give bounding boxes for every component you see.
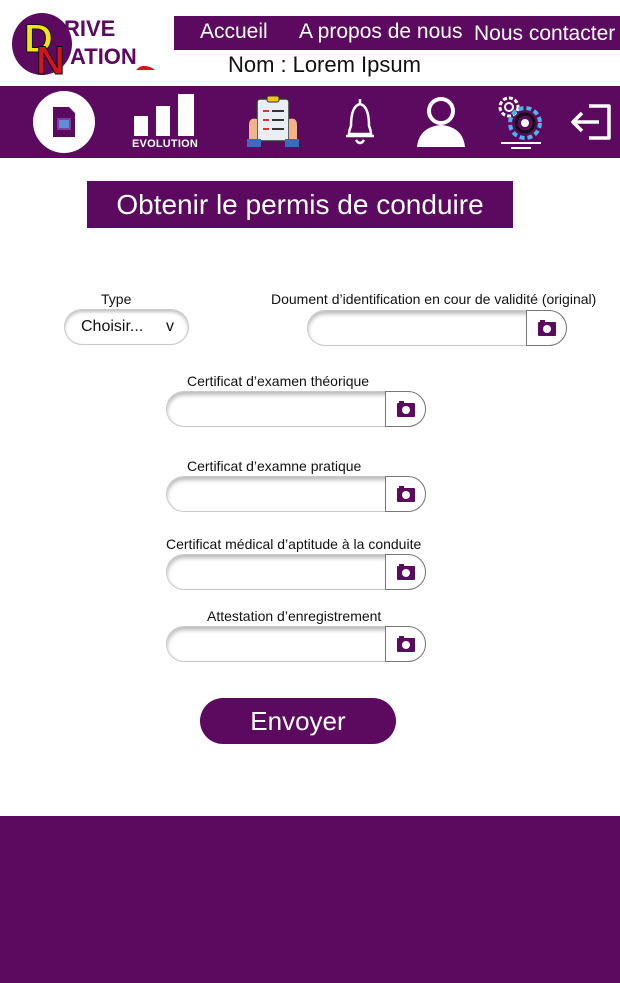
user-name-value: Lorem Ipsum: [292, 52, 421, 77]
identity-doc-field[interactable]: [307, 310, 567, 346]
camera-icon: [537, 320, 556, 336]
notifications-tab[interactable]: [336, 86, 384, 158]
user-icon: [417, 97, 465, 147]
bell-icon: [346, 99, 374, 145]
evolution-tab[interactable]: EVOLUTION: [124, 86, 206, 158]
profile-tab[interactable]: [410, 86, 472, 158]
theory-cert-upload-button[interactable]: [385, 391, 426, 427]
registration-field[interactable]: [166, 626, 426, 662]
settings-tab[interactable]: [494, 86, 548, 158]
camera-icon: [396, 401, 415, 417]
type-select[interactable]: Choisir... v: [64, 309, 189, 345]
user-name-separator: :: [280, 52, 287, 77]
identity-doc-label: Doument d’identification en cour de vali…: [271, 291, 597, 307]
footer: [0, 816, 620, 983]
practical-cert-field[interactable]: [166, 476, 426, 512]
main-icon-bar: EVOLUTION: [0, 86, 620, 158]
practical-cert-label: Certificat d’examne pratique: [187, 458, 362, 474]
logo-car-icon: [136, 65, 155, 70]
registration-upload-button[interactable]: [385, 626, 426, 662]
medical-cert-field[interactable]: [166, 554, 426, 590]
theory-cert-field[interactable]: [166, 391, 426, 427]
nav-link-about[interactable]: A propos de nous: [299, 20, 462, 44]
document-tab[interactable]: [32, 86, 96, 158]
medical-cert-label: Certificat médical d’aptitude à la condu…: [166, 536, 422, 552]
brand-logo[interactable]: D RIVE N ATION: [8, 8, 164, 84]
checklist-tab[interactable]: [242, 86, 304, 158]
user-name-label: Nom: [228, 52, 275, 77]
document-tab-highlight: [33, 91, 95, 153]
document-icon: [53, 107, 75, 137]
evolution-label: EVOLUTION: [132, 138, 198, 150]
theory-cert-label: Certificat d’examen théorique: [187, 373, 370, 389]
evolution-chart-icon: [134, 94, 194, 136]
type-select-value: Choisir...: [81, 318, 144, 335]
camera-icon: [396, 486, 415, 502]
logout-icon: [571, 104, 611, 140]
nav-link-contact[interactable]: Nous contacter: [474, 22, 615, 46]
identity-doc-upload-button[interactable]: [526, 310, 567, 346]
logo-word-rive: RIVE: [64, 16, 115, 41]
logout-tab[interactable]: [566, 86, 616, 158]
gears-icon: [498, 96, 542, 149]
logo-letter-n: N: [36, 39, 65, 78]
user-name-display: Nom: Lorem Ipsum: [228, 52, 421, 78]
chevron-down-icon: v: [166, 318, 174, 335]
camera-icon: [396, 636, 415, 652]
type-label: Type: [101, 291, 132, 307]
registration-label: Attestation d’enregistrement: [207, 608, 382, 624]
camera-icon: [396, 564, 415, 580]
practical-cert-upload-button[interactable]: [385, 476, 426, 512]
medical-cert-upload-button[interactable]: [385, 554, 426, 590]
page-title: Obtenir le permis de conduire: [87, 181, 513, 228]
logo-word-ation: ATION: [70, 44, 137, 69]
submit-button[interactable]: Envoyer: [200, 698, 396, 744]
checklist-icon: [247, 95, 299, 147]
top-navigation: Accueil A propos de nous Nous contacter: [174, 16, 620, 50]
nav-link-home[interactable]: Accueil: [200, 20, 268, 44]
